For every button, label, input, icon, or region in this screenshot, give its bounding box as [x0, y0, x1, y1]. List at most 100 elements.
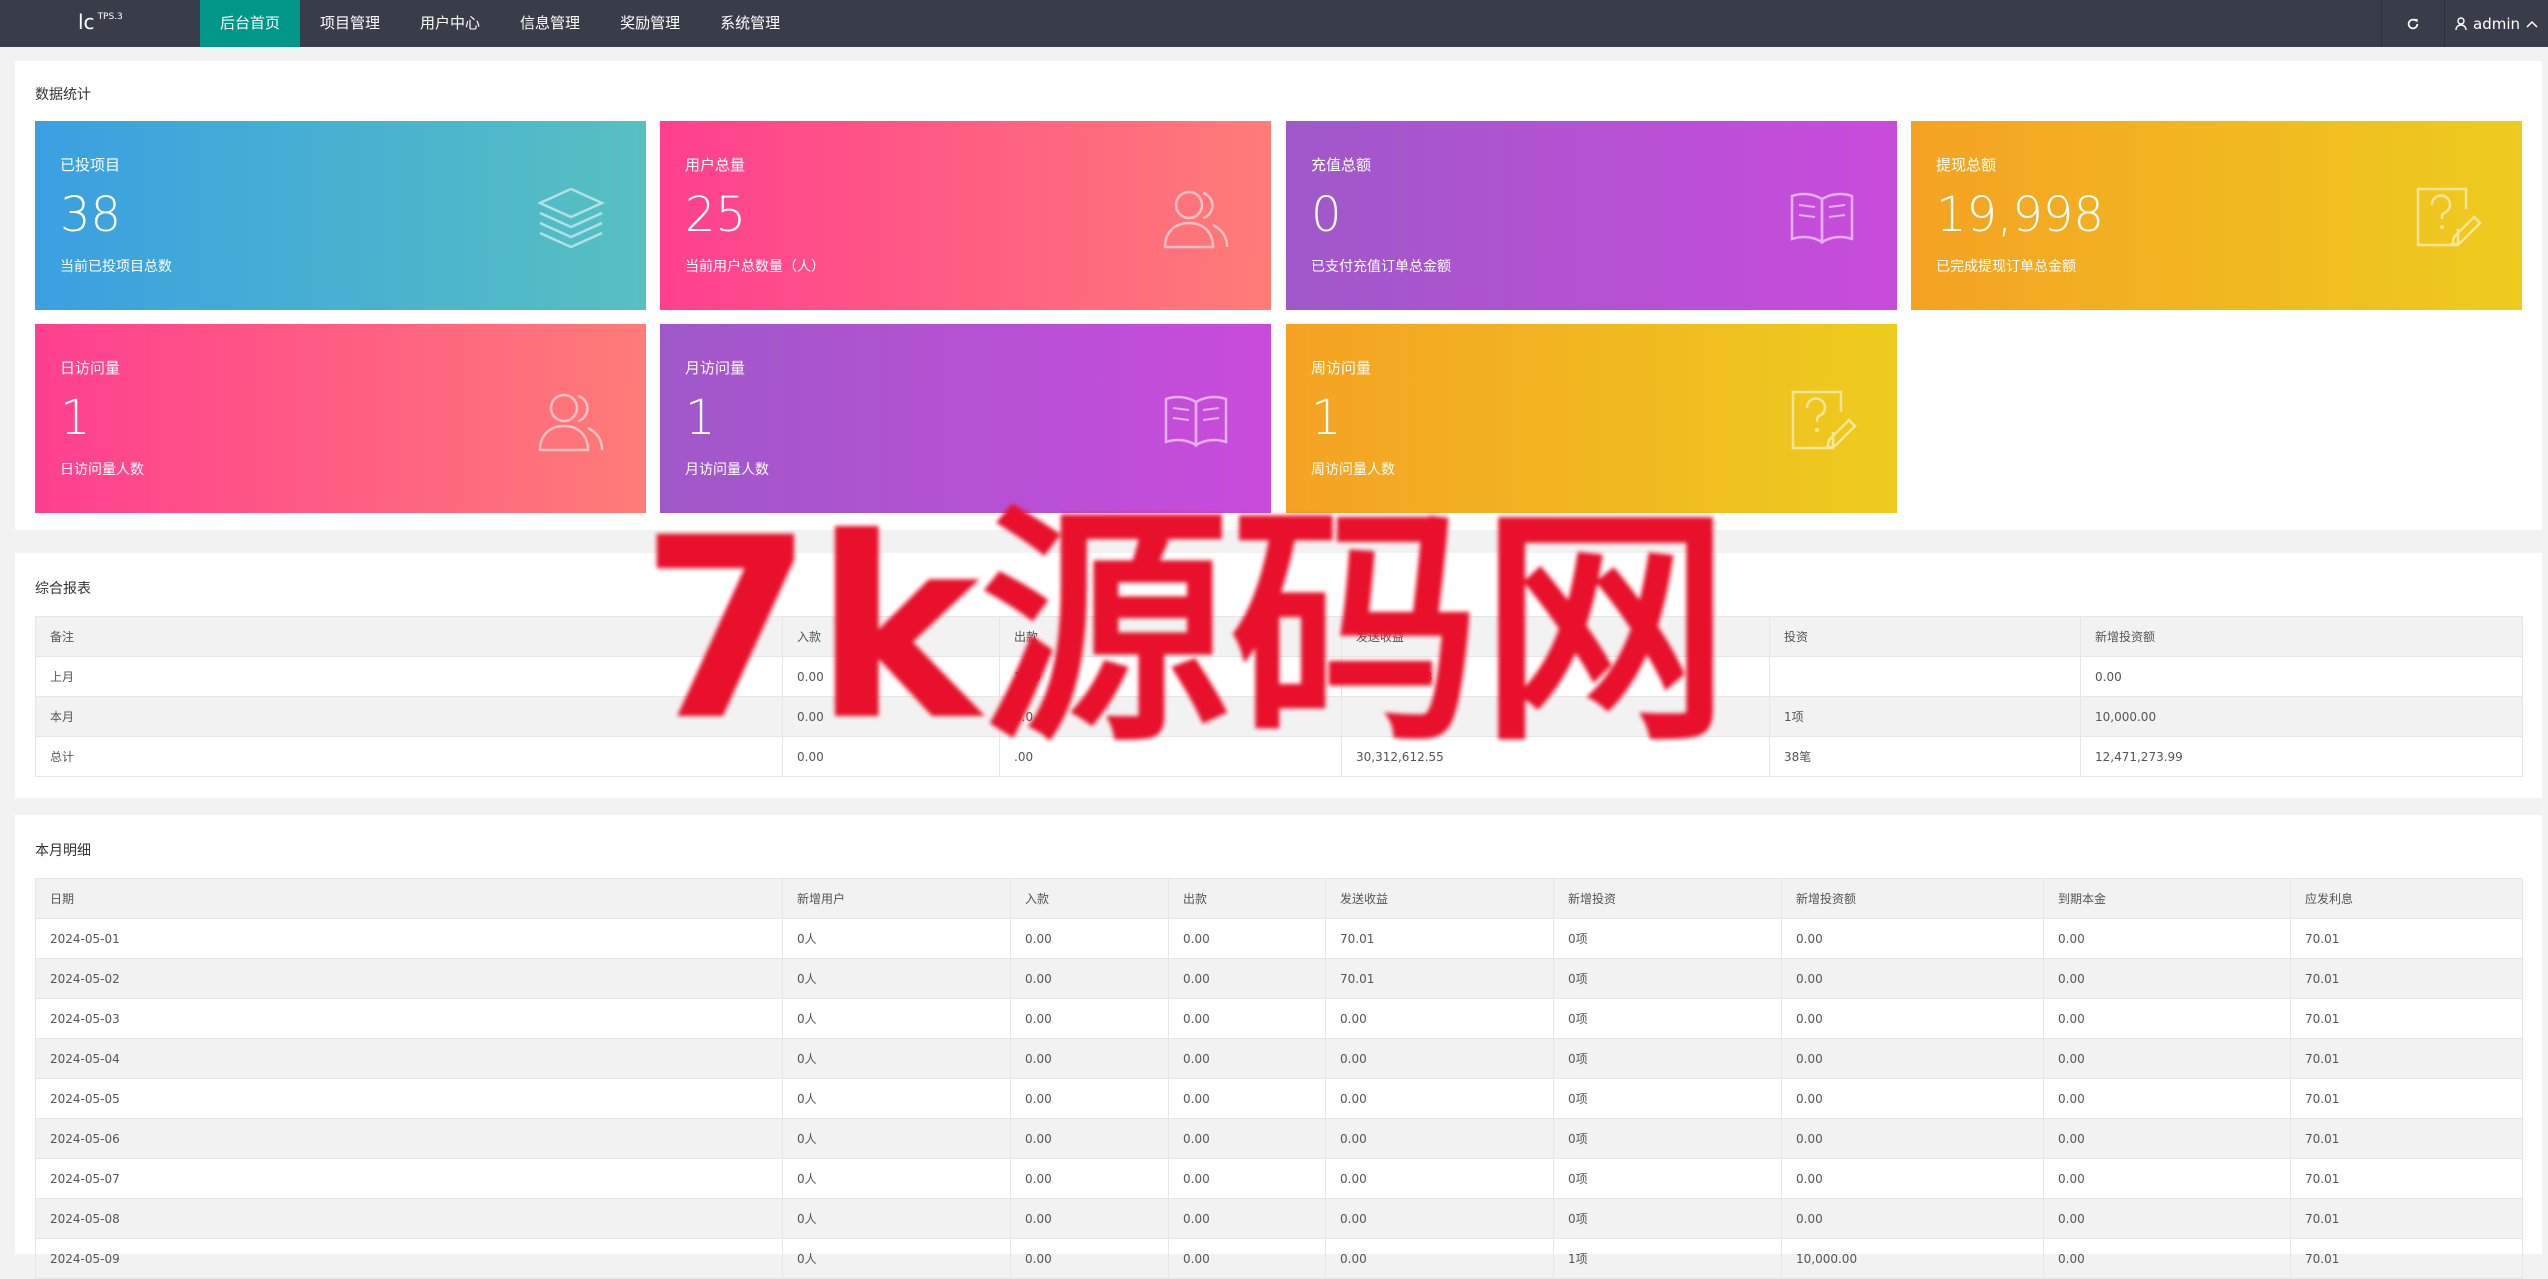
column-header: 新增投资额 — [2080, 616, 2523, 657]
stat-card-withdraw[interactable]: 提现总额 19,998 已完成提现订单总金额 — [1911, 121, 2522, 310]
table-cell: 0.00 — [1325, 1078, 1554, 1119]
table-cell: 38笔 — [1769, 736, 2081, 777]
table-cell: 0.00 — [1781, 1158, 2044, 1199]
stat-card-recharge[interactable]: 充值总额 0 已支付充值订单总金额 — [1286, 121, 1897, 310]
table-cell: 19,9 — [999, 656, 1342, 697]
user-menu[interactable]: admin — [2444, 0, 2548, 47]
table-header-row: 备注 入款 出款 发送收益 投资 新增投资额 — [35, 616, 2523, 657]
stats-title: 数据统计 — [35, 87, 91, 103]
logo-text: lc — [78, 10, 95, 34]
table-cell: 0人 — [782, 998, 1011, 1039]
stat-card-daily-visits[interactable]: 日访问量 1 日访问量人数 — [35, 324, 646, 513]
table-cell: 0.00 — [2043, 1118, 2291, 1159]
table-cell: 0.00 — [1168, 1078, 1326, 1119]
table-cell: 0.00 — [1781, 918, 2044, 959]
card-value: 25 — [685, 187, 747, 243]
table-row: 本月 0.00 0.0 1项 10,000.00 — [35, 696, 2523, 737]
table-cell: 12,471,273.99 — [2080, 736, 2523, 777]
table-row: 总计 0.00 .00 30,312,612.55 38笔 12,471,273… — [35, 736, 2523, 777]
column-header: 出款 — [1168, 878, 1326, 919]
table-cell: 1项 — [1769, 696, 2081, 737]
column-header: 发送收益 — [1325, 878, 1554, 919]
report-title: 综合报表 — [35, 581, 91, 597]
table-cell: 0.00 — [1168, 998, 1326, 1039]
table-row: 2024-05-03 0人 0.00 0.00 0.00 0项 0.00 0.00 70.01 — [35, 998, 2523, 1039]
monthly-panel: 本月明细 日期 新增用户 入款 出款 发送收益 新增投资 新增投资额 到期本金 … — [15, 815, 2542, 1279]
table-row: 2024-05-07 0人 0.00 0.00 0.00 0项 0.00 0.00 70.01 — [35, 1158, 2523, 1199]
table-cell: 0人 — [782, 1038, 1011, 1079]
column-header: 入款 — [782, 616, 1000, 657]
card-title: 月访问量 — [685, 359, 746, 377]
table-row: 2024-05-05 0人 0.00 0.00 0.00 0项 0.00 0.00 70.01 — [35, 1078, 2523, 1119]
table-cell: 2024-05-04 — [35, 1038, 783, 1079]
refresh-button[interactable] — [2381, 0, 2444, 47]
nav-item-system[interactable]: 系统管理 — [700, 0, 800, 47]
user-icon — [2455, 16, 2467, 30]
table-cell: 70.01 — [2290, 958, 2523, 999]
table-cell: 0.00 — [1010, 1038, 1169, 1079]
table-cell: 0.00 — [1168, 1118, 1326, 1159]
table-cell: 0.00 — [1010, 918, 1169, 959]
stat-card-weekly-visits[interactable]: 周访问量 1 周访问量人数 — [1286, 324, 1897, 513]
report-panel: 综合报表 备注 入款 出款 发送收益 投资 新增投资额 上月 0.00 19,9… — [15, 553, 2542, 798]
stat-card-monthly-visits[interactable]: 月访问量 1 月访问量人数 — [660, 324, 1271, 513]
card-value: 0 — [1311, 187, 1342, 243]
table-row: 2024-05-08 0人 0.00 0.00 0.00 0项 0.00 0.00 70.01 — [35, 1198, 2523, 1239]
nav-item-projects[interactable]: 项目管理 — [300, 0, 400, 47]
nav-item-rewards[interactable]: 奖励管理 — [600, 0, 700, 47]
table-cell: 总计 — [35, 736, 783, 777]
card-desc: 日访问量人数 — [60, 462, 144, 478]
table-cell: 0项 — [1553, 918, 1782, 959]
table-cell: 2024-05-08 — [35, 1198, 783, 1239]
table-cell: 0项 — [1553, 1158, 1782, 1199]
table-cell: 0.00 — [1168, 958, 1326, 999]
table-cell: 0.00 — [1010, 1118, 1169, 1159]
table-cell: 0.00 — [1010, 958, 1169, 999]
nav-item-info[interactable]: 信息管理 — [500, 0, 600, 47]
table-cell: 0.00 — [1781, 998, 2044, 1039]
table-cell: 0.00 — [782, 736, 1000, 777]
table-cell: 70.01 — [2290, 1198, 2523, 1239]
table-row: 2024-05-06 0人 0.00 0.00 0.00 0项 0.00 0.00 70.01 — [35, 1118, 2523, 1159]
column-header: 备注 — [35, 616, 783, 657]
card-value: 38 — [60, 187, 122, 243]
table-row: 2024-05-02 0人 0.00 0.00 70.01 0项 0.00 0.00 70.01 — [35, 958, 2523, 999]
column-header: 发送收益 — [1341, 616, 1770, 657]
table-cell: 0.0 — [999, 696, 1342, 737]
table-cell: 0.00 — [1168, 1038, 1326, 1079]
table-cell: 2024-05-01 — [35, 918, 783, 959]
table-cell: 0.00 — [1325, 998, 1554, 1039]
table-cell: 0.00 — [1168, 1198, 1326, 1239]
nav-item-users[interactable]: 用户中心 — [400, 0, 500, 47]
table-cell: 0.00 — [2043, 1038, 2291, 1079]
table-cell: 0项 — [1553, 1198, 1782, 1239]
app-logo[interactable]: lc TPS.3 — [78, 10, 123, 34]
table-row: 2024-05-01 0人 0.00 0.00 70.01 0项 0.00 0.00 70.01 — [35, 918, 2523, 959]
table-row: 上月 0.00 19,9 30,156, 5.38 0.00 — [35, 656, 2523, 697]
table-cell: 本月 — [35, 696, 783, 737]
stat-card-projects[interactable]: 已投项目 38 当前已投项目总数 — [35, 121, 646, 310]
table-cell: 0人 — [782, 1078, 1011, 1119]
monthly-title: 本月明细 — [35, 843, 91, 859]
card-title: 周访问量 — [1311, 359, 1372, 377]
table-cell: 0.00 — [1168, 1238, 1326, 1279]
table-row: 2024-05-04 0人 0.00 0.00 0.00 0项 0.00 0.00 70.01 — [35, 1038, 2523, 1079]
table-cell: 上月 — [35, 656, 783, 697]
users-icon — [538, 393, 604, 452]
user-name: admin — [2473, 14, 2520, 33]
table-cell: 70.01 — [2290, 1118, 2523, 1159]
table-cell: 0.00 — [1325, 1158, 1554, 1199]
monthly-table: 日期 新增用户 入款 出款 发送收益 新增投资 新增投资额 到期本金 应发利息 … — [35, 878, 2523, 1279]
nav-item-home[interactable]: 后台首页 — [200, 0, 301, 47]
table-cell: 70.01 — [1325, 958, 1554, 999]
book-icon — [1164, 395, 1228, 448]
table-cell: 0.00 — [1010, 1078, 1169, 1119]
stat-card-users[interactable]: 用户总量 25 当前用户总数量（人） — [660, 121, 1271, 310]
column-header: 新增投资 — [1553, 878, 1782, 919]
table-cell: 0项 — [1553, 958, 1782, 999]
book-icon — [1790, 192, 1854, 245]
version-label: TPS.3 — [97, 12, 123, 22]
table-cell: 70.01 — [2290, 1038, 2523, 1079]
table-cell: 0.00 — [1781, 1198, 2044, 1239]
table-row: 2024-05-09 0人 0.00 0.00 0.00 1项 10,000.00 0.00 7… — [35, 1238, 2523, 1279]
